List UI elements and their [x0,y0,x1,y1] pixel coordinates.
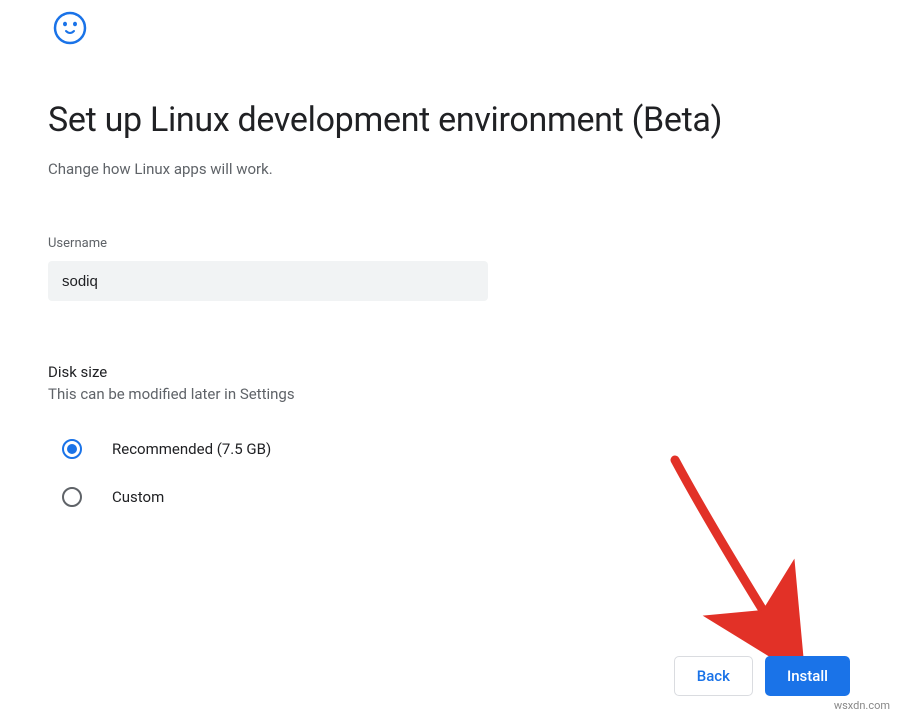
watermark-text: wsxdn.com [834,699,890,712]
page-subtitle: Change how Linux apps will work. [48,160,850,178]
back-button[interactable]: Back [674,656,753,696]
radio-option-custom[interactable]: Custom [62,487,850,507]
username-input[interactable] [48,261,488,301]
radio-option-recommended[interactable]: Recommended (7.5 GB) [62,439,850,459]
disk-size-radio-group: Recommended (7.5 GB) Custom [48,439,850,507]
linux-penguin-icon [52,10,850,50]
radio-button-icon [62,439,82,459]
radio-button-icon [62,487,82,507]
disk-size-title: Disk size [48,363,850,381]
button-row: Back Install [674,656,850,696]
install-button[interactable]: Install [765,656,850,696]
page-title: Set up Linux development environment (Be… [48,100,850,140]
radio-label-recommended: Recommended (7.5 GB) [112,440,271,458]
radio-label-custom: Custom [112,488,164,506]
disk-size-subtitle: This can be modified later in Settings [48,385,850,403]
username-label: Username [48,236,850,251]
